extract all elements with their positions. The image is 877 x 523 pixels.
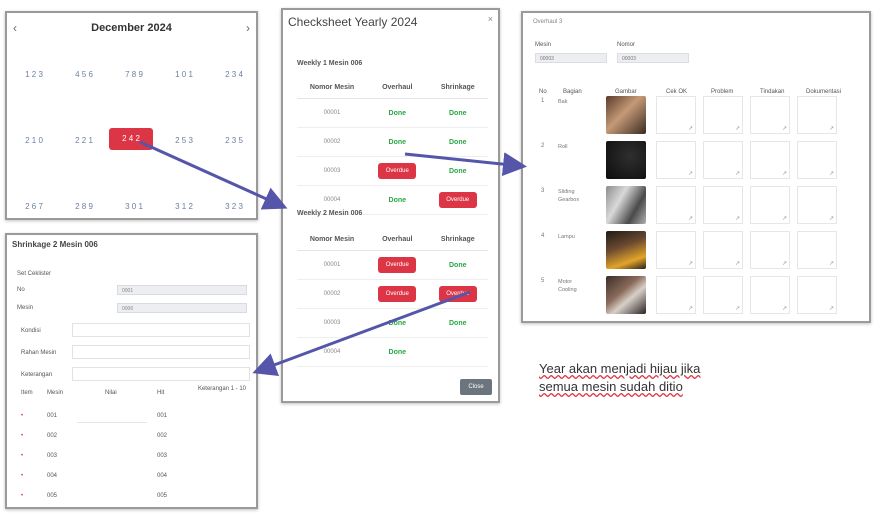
annotation-arrows xyxy=(139,140,527,376)
arrow-checksheet-to-form xyxy=(252,290,471,376)
arrow-calendar-to-checksheet xyxy=(139,140,288,210)
arrow-checksheet-to-detail xyxy=(404,152,527,177)
